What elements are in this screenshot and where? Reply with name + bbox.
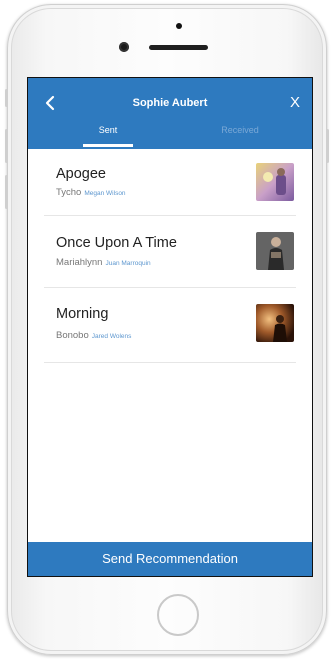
- album-art-image: [256, 232, 294, 270]
- phone-volume-up-button: [5, 129, 8, 163]
- phone-side-button: [5, 89, 8, 107]
- song-title: Morning: [56, 306, 109, 322]
- song-meta: Bonobo Jared Wolens: [56, 330, 131, 341]
- page-title: Sophie Aubert: [132, 97, 208, 109]
- list-item[interactable]: Once Upon A Time Mariahlynn Juan Marroqui…: [44, 216, 296, 288]
- home-button[interactable]: [157, 594, 199, 636]
- artist-name: Bonobo: [56, 330, 89, 341]
- song-meta: Mariahlynn Juan Marroquin: [56, 257, 151, 268]
- proximity-sensor: [176, 23, 182, 29]
- album-art-image: [256, 163, 294, 201]
- artist-name: Mariahlynn: [56, 257, 103, 268]
- earpiece-speaker: [149, 45, 208, 50]
- song-title: Once Upon A Time: [56, 235, 177, 251]
- recommendation-list: Apogee Tycho Megan Wilson Once Upon A Tim…: [44, 149, 296, 363]
- list-item[interactable]: Apogee Tycho Megan Wilson: [44, 149, 296, 216]
- song-meta: Tycho Megan Wilson: [56, 187, 126, 198]
- phone-volume-down-button: [5, 175, 8, 209]
- album-art-image: [256, 304, 294, 342]
- app-header: Sophie Aubert X Sent Received: [28, 78, 312, 149]
- recommender-name[interactable]: Megan Wilson: [84, 190, 125, 197]
- list-item[interactable]: Morning Bonobo Jared Wolens: [44, 288, 296, 363]
- tab-sent[interactable]: Sent: [83, 125, 133, 135]
- phone-power-button: [326, 129, 329, 163]
- tab-received[interactable]: Received: [210, 125, 270, 135]
- active-tab-indicator: [83, 144, 133, 147]
- front-camera: [119, 42, 129, 52]
- artist-name: Tycho: [56, 187, 82, 198]
- app-screen: Sophie Aubert X Sent Received Apogee Tyc…: [27, 77, 313, 577]
- song-title: Apogee: [56, 166, 106, 182]
- recommender-name[interactable]: Juan Marroquin: [105, 260, 150, 267]
- close-icon[interactable]: X: [290, 95, 300, 110]
- send-recommendation-button[interactable]: Send Recommendation: [28, 542, 312, 576]
- recommender-name[interactable]: Jared Wolens: [92, 333, 132, 340]
